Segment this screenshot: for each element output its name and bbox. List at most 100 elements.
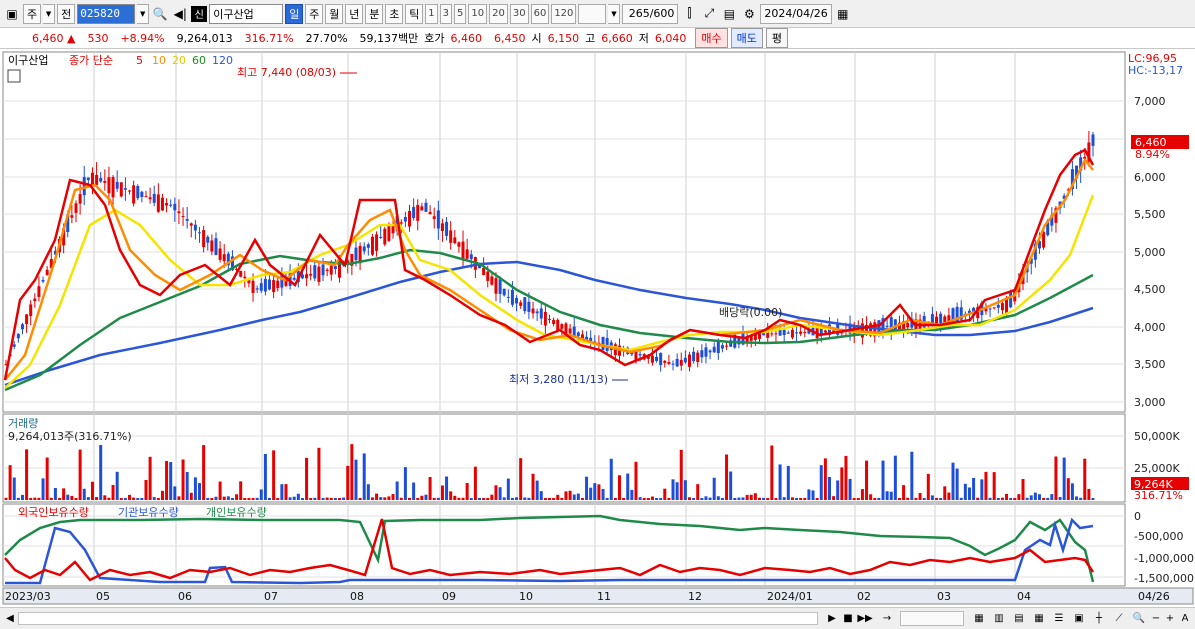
volume-bar <box>469 497 473 500</box>
volume-bar <box>902 485 906 500</box>
candle-body <box>535 311 539 314</box>
volume-bar <box>268 497 272 500</box>
candle-body <box>786 332 790 334</box>
volume-value: 9,264,013 <box>176 31 233 45</box>
volume-bar <box>1066 478 1070 500</box>
stock-code-input[interactable]: 025820 <box>77 3 136 24</box>
move-right-icon[interactable]: → <box>880 611 894 626</box>
volume-bar <box>251 497 255 500</box>
volume-bar <box>379 497 383 500</box>
zoom-out-icon[interactable]: − <box>1150 611 1162 626</box>
interval-custom-field[interactable] <box>578 3 607 24</box>
volume-bar <box>906 497 910 500</box>
zoom-in-icon[interactable]: + <box>1164 611 1176 626</box>
price-tick: 6,000 <box>1134 171 1166 184</box>
interval-button[interactable]: 10 <box>468 3 488 24</box>
period-minute-button[interactable]: 분 <box>365 3 384 24</box>
interval-button[interactable]: 20 <box>489 3 508 24</box>
calendar-icon[interactable]: ▦ <box>834 4 852 24</box>
gear-icon[interactable]: ⚙ <box>740 4 758 24</box>
period-second-button[interactable]: 초 <box>385 3 404 24</box>
stock-chart[interactable]: 이구산업 종가 단순 5 10 20 60 120 LC:96,95 HC:-1… <box>0 50 1195 606</box>
open-price: 6,150 <box>547 31 580 45</box>
search-icon[interactable]: 🔍 <box>151 4 169 24</box>
period-tick-button[interactable]: 틱 <box>405 3 424 24</box>
period-year-button[interactable]: 년 <box>345 3 364 24</box>
interval-button[interactable]: 120 <box>551 3 577 24</box>
candle-body <box>449 230 453 243</box>
period-day-button[interactable]: 일 <box>285 3 304 24</box>
x-label: 11 <box>597 590 611 603</box>
prev-button[interactable]: 전 <box>57 3 76 24</box>
candle-body <box>469 254 473 260</box>
period-month-button[interactable]: 월 <box>325 3 344 24</box>
candle-body <box>667 362 671 364</box>
list-view-icon[interactable]: ☰ <box>1052 611 1066 626</box>
fast-forward-icon[interactable]: ▶▶ <box>857 611 872 626</box>
market-select[interactable]: 주 <box>23 3 42 24</box>
volume-bar <box>692 497 696 500</box>
volume-bar <box>539 491 543 500</box>
volume-bar <box>62 488 66 500</box>
volume-bar <box>955 468 959 500</box>
price-panel <box>2 51 1126 413</box>
volume-bar <box>103 495 107 500</box>
volume-bar <box>152 497 156 500</box>
volume-bar <box>222 496 226 500</box>
volume-bar <box>144 480 148 500</box>
volume-bar <box>280 484 284 500</box>
table-view-icon[interactable]: ▦ <box>1032 611 1046 626</box>
volume-bar <box>1005 493 1009 500</box>
table-icon[interactable] <box>7 69 21 83</box>
layout-icon[interactable]: ▦ <box>972 611 986 626</box>
stop-icon[interactable]: ■ <box>842 611 854 626</box>
candle-body <box>679 359 683 366</box>
window-layout-icon[interactable]: ▣ <box>3 4 21 24</box>
chevron-down-icon[interactable]: ▼ <box>43 3 56 24</box>
volume-bar <box>650 496 654 500</box>
period-week-button[interactable]: 주 <box>305 3 324 24</box>
grid-icon[interactable]: ▤ <box>1012 611 1026 626</box>
date-field[interactable]: 2024/04/26 <box>760 3 832 24</box>
interval-button[interactable]: 1 <box>425 3 438 24</box>
candle-body <box>428 211 432 215</box>
count-field[interactable]: 265/600 <box>622 3 679 24</box>
speaker-icon[interactable]: ◀| <box>171 4 189 24</box>
sell-button[interactable]: 매도 <box>730 28 763 48</box>
interval-button[interactable]: 30 <box>509 3 529 24</box>
avg-button[interactable]: 평 <box>765 28 789 48</box>
detail-view-icon[interactable]: ▣ <box>1072 611 1086 626</box>
zoom-icon[interactable]: ⤢ <box>700 4 718 24</box>
cursor-icon[interactable]: ┼ <box>1092 611 1106 626</box>
volume-bar <box>712 477 716 500</box>
scroll-right-icon[interactable]: ▶ <box>826 611 838 626</box>
text-tool-icon[interactable]: A <box>1178 611 1192 626</box>
layout-split-icon[interactable]: ▥ <box>992 611 1006 626</box>
scroll-track[interactable] <box>18 612 818 625</box>
candle-body <box>272 280 276 293</box>
interval-dropdown-icon[interactable]: ▼ <box>608 3 621 24</box>
stock-name-field[interactable]: 이구산업 <box>209 3 284 24</box>
save-icon[interactable]: ▤ <box>720 4 738 24</box>
interval-button[interactable]: 5 <box>454 3 467 24</box>
zoom-slider[interactable] <box>900 611 964 626</box>
scroll-left-icon[interactable]: ◀ <box>4 611 16 626</box>
candle-body <box>675 358 679 367</box>
interval-button[interactable]: 3 <box>439 3 452 24</box>
buy-button[interactable]: 매수 <box>695 28 728 48</box>
trend-line-icon[interactable]: ⟋ <box>1112 611 1126 626</box>
volume-bar <box>671 479 675 500</box>
volume-bar <box>317 447 321 500</box>
volume-bar <box>873 498 877 500</box>
candle-type-icon[interactable]: ⫿ <box>680 4 698 24</box>
volume-bar <box>1062 457 1066 500</box>
interval-button[interactable]: 60 <box>530 3 550 24</box>
volume-bar <box>66 494 70 500</box>
code-dropdown-icon[interactable]: ▼ <box>137 3 150 24</box>
chart-scrollbar[interactable]: ◀ ▶ ■ ▶▶ → ▦ ▥ ▤ ▦ ☰ ▣ ┼ ⟋ 🔍 − + A <box>0 607 1195 629</box>
volume-bar <box>395 481 399 500</box>
volume-bar <box>53 488 57 500</box>
volume-bar <box>453 495 457 500</box>
zoom-icon[interactable]: 🔍 <box>1132 611 1146 626</box>
volume-bar <box>679 449 683 500</box>
